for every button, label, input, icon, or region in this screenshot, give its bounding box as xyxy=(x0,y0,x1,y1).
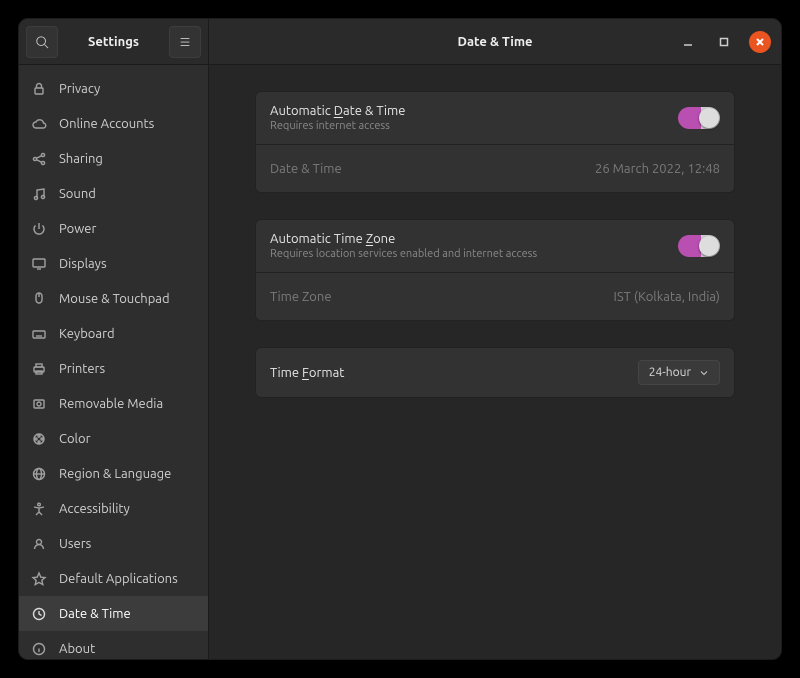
sidebar-item-region-language[interactable]: Region & Language xyxy=(19,456,208,491)
sidebar-item-about[interactable]: About xyxy=(19,631,208,659)
music-icon xyxy=(31,186,47,202)
time-format-combo[interactable]: 24-hour xyxy=(638,360,720,385)
sidebar-item-sound[interactable]: Sound xyxy=(19,176,208,211)
sidebar-item-label: Privacy xyxy=(59,82,184,96)
sidebar-item-removable-media[interactable]: Removable Media xyxy=(19,386,208,421)
sidebar: Privacy Online Accounts Sharing Sound Power D… xyxy=(19,65,209,659)
timezone-value-row[interactable]: Time Zone IST (Kolkata, India) xyxy=(256,272,734,320)
sidebar-item-accessibility[interactable]: Accessibility xyxy=(19,491,208,526)
sidebar-item-printers[interactable]: Printers xyxy=(19,351,208,386)
clock-icon xyxy=(31,606,47,622)
timezone-value: IST (Kolkata, India) xyxy=(614,290,720,304)
time-format-label: Time Format xyxy=(270,366,638,380)
sidebar-item-label: Date & Time xyxy=(59,607,196,621)
info-icon xyxy=(31,641,47,657)
chevron-down-icon xyxy=(699,368,709,378)
sidebar-item-label: Color xyxy=(59,432,196,446)
sidebar-item-privacy[interactable]: Privacy xyxy=(19,71,208,106)
cloud-icon xyxy=(31,116,47,132)
sidebar-item-default-applications[interactable]: Default Applications xyxy=(19,561,208,596)
auto-timezone-left: Automatic Time Zone Requires location se… xyxy=(270,232,678,260)
datetime-value: 26 March 2022, 12:48 xyxy=(595,162,720,176)
sidebar-item-mouse-touchpad[interactable]: Mouse & Touchpad xyxy=(19,281,208,316)
sidebar-item-label: Region & Language xyxy=(59,467,196,481)
datetime-label: Date & Time xyxy=(270,162,595,176)
window-controls xyxy=(677,31,781,53)
sidebar-item-label: Power xyxy=(59,222,196,236)
accessibility-icon xyxy=(31,501,47,517)
maximize-button[interactable] xyxy=(713,31,735,53)
body: Privacy Online Accounts Sharing Sound Power D… xyxy=(19,65,781,659)
auto-timezone-toggle[interactable] xyxy=(678,235,720,257)
time-format-value: 24-hour xyxy=(649,366,691,379)
time-format-row: Time Format 24-hour xyxy=(256,348,734,397)
auto-timezone-row: Automatic Time Zone Requires location se… xyxy=(256,220,734,272)
sidebar-item-label: Removable Media xyxy=(59,397,196,411)
content: Automatic Date & Time Requires internet … xyxy=(209,65,781,659)
datetime-value-row[interactable]: Date & Time 26 March 2022, 12:48 xyxy=(256,144,734,192)
sidebar-item-label: Sharing xyxy=(59,152,196,166)
sidebar-item-label: Sound xyxy=(59,187,196,201)
lock-icon xyxy=(31,81,47,97)
datetime-card: Automatic Date & Time Requires internet … xyxy=(255,91,735,193)
titlebar: Settings Date & Time xyxy=(19,19,781,65)
sidebar-item-label: Mouse & Touchpad xyxy=(59,292,196,306)
timezone-card: Automatic Time Zone Requires location se… xyxy=(255,219,735,321)
star-icon xyxy=(31,571,47,587)
search-icon xyxy=(35,35,49,49)
titlebar-left: Settings xyxy=(19,19,209,64)
sidebar-item-label: Default Applications xyxy=(59,572,196,586)
auto-datetime-toggle[interactable] xyxy=(678,107,720,129)
display-icon xyxy=(31,256,47,272)
sidebar-item-label: Printers xyxy=(59,362,196,376)
close-icon xyxy=(755,37,765,47)
mouse-icon xyxy=(31,291,47,307)
sidebar-item-label: Keyboard xyxy=(59,327,196,341)
menu-button[interactable] xyxy=(169,26,201,58)
keyboard-icon xyxy=(31,326,47,342)
auto-timezone-title: Automatic Time Zone xyxy=(270,232,678,246)
time-format-card: Time Format 24-hour xyxy=(255,347,735,398)
search-button[interactable] xyxy=(26,26,58,58)
sidebar-item-color[interactable]: Color xyxy=(19,421,208,456)
sidebar-item-online-accounts[interactable]: Online Accounts xyxy=(19,106,208,141)
app-title: Settings xyxy=(58,35,169,49)
sidebar-item-date-time[interactable]: Date & Time xyxy=(19,596,208,631)
sidebar-item-power[interactable]: Power xyxy=(19,211,208,246)
power-icon xyxy=(31,221,47,237)
globe-icon xyxy=(31,466,47,482)
sidebar-item-users[interactable]: Users xyxy=(19,526,208,561)
minimize-button[interactable] xyxy=(677,31,699,53)
settings-window: Settings Date & Time Privacy Online Accou… xyxy=(18,18,782,660)
close-button[interactable] xyxy=(749,31,771,53)
minimize-icon xyxy=(683,37,693,47)
sidebar-item-label: Accessibility xyxy=(59,502,196,516)
maximize-icon xyxy=(719,37,729,47)
auto-datetime-subtitle: Requires internet access xyxy=(270,120,678,132)
printer-icon xyxy=(31,361,47,377)
sidebar-item-label: Online Accounts xyxy=(59,117,196,131)
auto-timezone-subtitle: Requires location services enabled and i… xyxy=(270,248,678,260)
auto-datetime-row: Automatic Date & Time Requires internet … xyxy=(256,92,734,144)
sidebar-item-label: About xyxy=(59,642,196,656)
sidebar-item-label: Users xyxy=(59,537,196,551)
media-icon xyxy=(31,396,47,412)
users-icon xyxy=(31,536,47,552)
auto-datetime-left: Automatic Date & Time Requires internet … xyxy=(270,104,678,132)
sidebar-item-label: Displays xyxy=(59,257,196,271)
titlebar-right: Date & Time xyxy=(209,19,781,64)
timezone-label: Time Zone xyxy=(270,290,614,304)
sidebar-item-displays[interactable]: Displays xyxy=(19,246,208,281)
sidebar-item-keyboard[interactable]: Keyboard xyxy=(19,316,208,351)
auto-datetime-title: Automatic Date & Time xyxy=(270,104,678,118)
sidebar-item-sharing[interactable]: Sharing xyxy=(19,141,208,176)
hamburger-icon xyxy=(178,35,192,49)
share-icon xyxy=(31,151,47,167)
color-icon xyxy=(31,431,47,447)
